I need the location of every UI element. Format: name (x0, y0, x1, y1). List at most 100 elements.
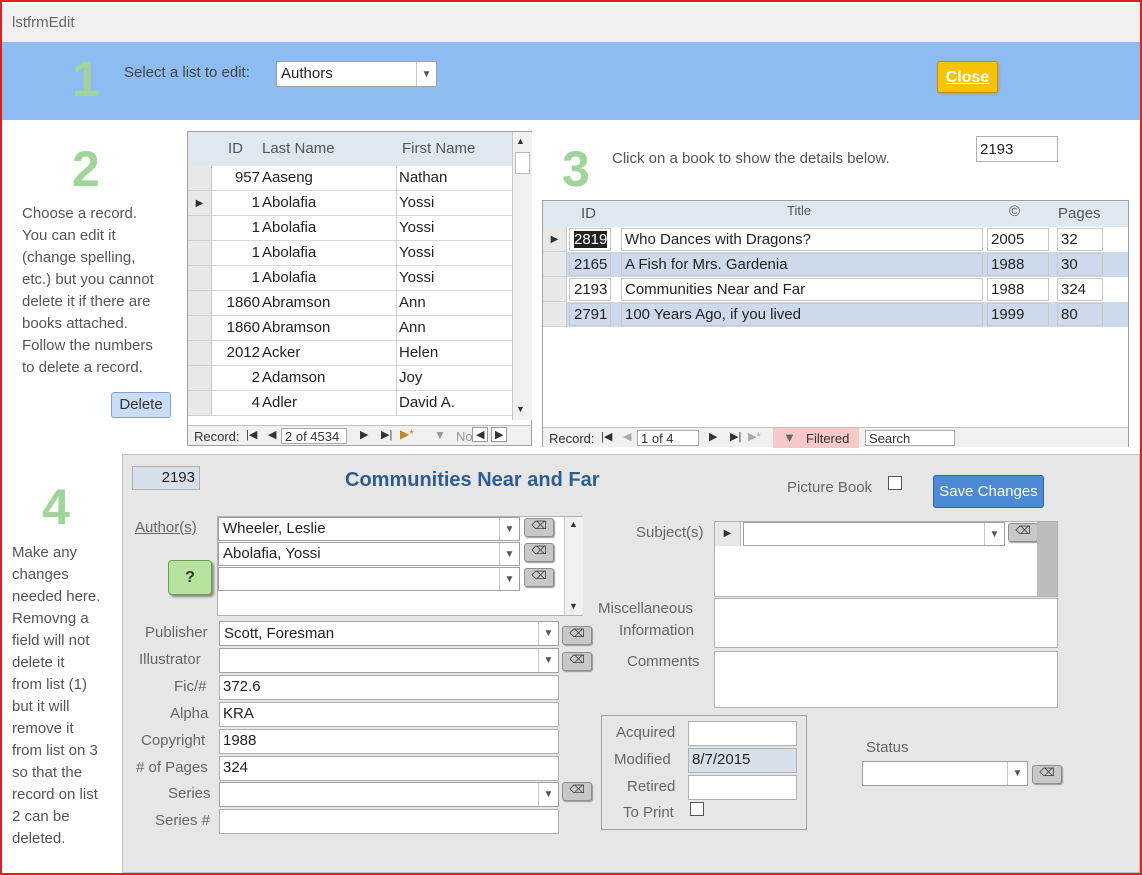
cell-first-name[interactable]: Ann (396, 316, 511, 341)
table-row[interactable]: 2165 A Fish for Mrs. Gardenia 1988 30 (543, 252, 1128, 277)
acquired-field[interactable] (688, 721, 797, 746)
cell-last-name[interactable]: Abolafia (262, 219, 394, 236)
delete-button[interactable]: Delete (111, 392, 171, 418)
cell-id[interactable]: 2012 (214, 344, 260, 361)
cell-first-name[interactable]: Nathan (396, 166, 511, 191)
author-combo-1[interactable]: Wheeler, Leslie ▼ (218, 517, 520, 541)
copyright-field[interactable]: 1988 (219, 729, 559, 754)
cell-pages[interactable]: 324 (1057, 278, 1103, 301)
column-header-first-name[interactable]: First Name (402, 140, 475, 157)
scroll-left-icon[interactable]: ◀ (472, 427, 489, 442)
close-button[interactable]: Close (937, 61, 998, 93)
cell-id[interactable]: 2165 (569, 253, 611, 276)
cell-last-name[interactable]: Aaseng (262, 169, 394, 186)
first-record-icon[interactable]: |◀ (246, 428, 257, 441)
row-selector[interactable] (543, 277, 567, 302)
clear-icon[interactable]: ⌫ (562, 782, 592, 801)
subject-combo[interactable]: ▼ (743, 522, 1005, 546)
chevron-down-icon[interactable]: ▼ (499, 518, 519, 540)
cell-id[interactable]: 1 (214, 269, 260, 286)
column-header-title[interactable]: Title (787, 203, 811, 218)
column-header-id[interactable]: ID (228, 140, 243, 157)
clear-icon[interactable]: ⌫ (524, 543, 554, 562)
author-combo-3[interactable]: ▼ (218, 567, 520, 591)
filter-icon[interactable]: ▼ (434, 428, 446, 442)
misc-information-field[interactable] (714, 598, 1058, 648)
scroll-up-icon[interactable]: ▲ (516, 136, 525, 146)
chevron-down-icon[interactable]: ▼ (499, 568, 519, 590)
row-selector[interactable] (188, 216, 212, 241)
help-button[interactable]: ? (168, 560, 212, 595)
selected-book-id-field[interactable]: 2193 (976, 136, 1058, 162)
row-selector[interactable] (543, 252, 567, 277)
row-selector[interactable] (188, 166, 212, 191)
picture-book-checkbox[interactable] (888, 476, 902, 490)
table-row[interactable]: 2012 Acker Helen (188, 341, 512, 366)
table-row[interactable]: 2193 Communities Near and Far 1988 324 (543, 277, 1128, 302)
cell-pages[interactable]: 30 (1057, 253, 1103, 276)
cell-id[interactable]: 2193 (569, 278, 611, 301)
row-selector[interactable] (543, 302, 567, 327)
table-row[interactable]: 2791 100 Years Ago, if you lived 1999 80 (543, 302, 1128, 327)
column-header-copyright[interactable]: © (1009, 203, 1020, 220)
cell-first-name[interactable]: Helen (396, 341, 511, 366)
cell-id[interactable]: 2791 (569, 303, 611, 326)
cell-title[interactable]: A Fish for Mrs. Gardenia (621, 253, 983, 276)
row-selector[interactable] (188, 266, 212, 291)
first-record-icon[interactable]: |◀ (601, 430, 612, 443)
chevron-down-icon[interactable]: ▼ (1007, 762, 1027, 785)
table-row[interactable]: ▶ 1 Abolafia Yossi (188, 191, 512, 216)
authors-vertical-scrollbar[interactable]: ▲ ▼ (512, 132, 532, 420)
table-row[interactable]: 1 Abolafia Yossi (188, 216, 512, 241)
scroll-up-icon[interactable]: ▲ (569, 519, 578, 529)
row-selector[interactable]: ▶ (188, 191, 212, 216)
chevron-down-icon[interactable]: ▼ (538, 649, 558, 672)
cell-first-name[interactable]: Yossi (396, 216, 511, 241)
pages-field[interactable]: 324 (219, 756, 559, 781)
cell-id[interactable]: 1860 (214, 319, 260, 336)
chevron-down-icon[interactable]: ▼ (416, 62, 436, 86)
cell-title[interactable]: Communities Near and Far (621, 278, 983, 301)
row-selector[interactable] (188, 341, 212, 366)
chevron-down-icon[interactable]: ▼ (499, 543, 519, 565)
cell-last-name[interactable]: Adler (262, 394, 394, 411)
cell-last-name[interactable]: Abramson (262, 294, 394, 311)
book-id-field[interactable]: 2193 (132, 466, 200, 490)
row-selector[interactable]: ▶ (543, 227, 567, 252)
cell-copyright[interactable]: 1999 (987, 303, 1049, 326)
clear-icon[interactable]: ⌫ (562, 626, 592, 645)
series-number-field[interactable] (219, 809, 559, 834)
cell-id[interactable]: 1 (214, 244, 260, 261)
row-selector[interactable] (188, 291, 212, 316)
cell-first-name[interactable]: Yossi (396, 266, 511, 291)
table-row[interactable]: 1 Abolafia Yossi (188, 241, 512, 266)
fic-field[interactable]: 372.6 (219, 675, 559, 700)
authors-scrollbar[interactable]: ▲ ▼ (564, 517, 583, 615)
row-selector[interactable] (188, 241, 212, 266)
cell-first-name[interactable]: David A. (396, 391, 511, 416)
column-header-id[interactable]: ID (581, 205, 596, 222)
row-selector[interactable] (188, 391, 212, 416)
list-select[interactable]: Authors ▼ (276, 61, 437, 87)
table-row[interactable]: ▶ 2819 Who Dances with Dragons? 2005 32 (543, 227, 1128, 252)
clear-icon[interactable]: ⌫ (524, 518, 554, 537)
chevron-down-icon[interactable]: ▼ (984, 523, 1004, 545)
cell-copyright[interactable]: 2005 (987, 228, 1049, 251)
save-changes-button[interactable]: Save Changes (933, 475, 1044, 508)
prev-record-icon[interactable]: ◀ (623, 430, 631, 443)
cell-first-name[interactable]: Ann (396, 291, 511, 316)
scroll-down-icon[interactable]: ▼ (516, 404, 525, 414)
clear-icon[interactable]: ⌫ (524, 568, 554, 587)
table-row[interactable]: 4 Adler David A. (188, 391, 512, 416)
row-selector[interactable] (188, 316, 212, 341)
row-selector-icon[interactable]: ▶ (715, 522, 741, 546)
cell-id[interactable]: 1860 (214, 294, 260, 311)
last-record-icon[interactable]: ▶| (381, 428, 392, 441)
filtered-toggle[interactable]: ▼ Filtered (773, 428, 859, 448)
record-position-field[interactable]: 1 of 4 (637, 430, 699, 446)
no-filter-label[interactable]: No (456, 429, 473, 444)
chevron-down-icon[interactable]: ▼ (538, 622, 558, 645)
modified-field[interactable]: 8/7/2015 (688, 748, 797, 773)
cell-pages[interactable]: 80 (1057, 303, 1103, 326)
cell-id[interactable]: 1 (214, 194, 260, 211)
